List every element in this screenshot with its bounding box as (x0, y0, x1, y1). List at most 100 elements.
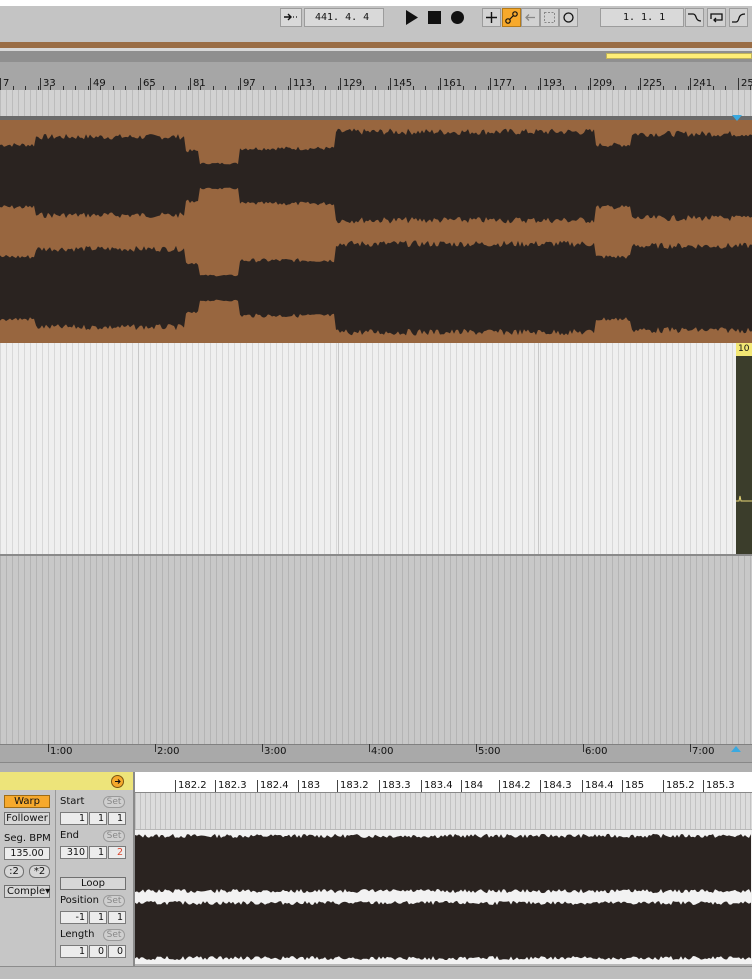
position-label: Position (60, 895, 99, 906)
time-tick (262, 744, 263, 752)
position-bar-field[interactable]: -1 (60, 911, 88, 924)
length-sixteenth-field[interactable]: 0 (108, 945, 126, 958)
ruler-label: 81 (193, 78, 206, 89)
record-icon (451, 11, 464, 24)
back-to-arrangement-button[interactable] (521, 8, 540, 27)
playhead-marker-icon (732, 115, 742, 121)
loop-switch-button[interactable] (707, 8, 726, 27)
ruler-label: 65 (143, 78, 156, 89)
sample-ruler-label: 183.3 (382, 780, 411, 791)
play-button[interactable] (402, 8, 421, 27)
time-label: 5:00 (478, 746, 501, 757)
ruler-label: 225 (643, 78, 663, 89)
start-bar-field[interactable]: 1 (60, 812, 88, 825)
length-bar-field[interactable]: 1 (60, 945, 88, 958)
warp-marker-lane[interactable] (135, 793, 752, 829)
warp-mode-button[interactable]: Follower (4, 812, 50, 825)
ruler-label: 193 (543, 78, 563, 89)
end-sixteenth-field[interactable]: 2 (108, 846, 126, 859)
audio-clip[interactable] (0, 118, 752, 344)
waveform (0, 128, 752, 336)
stop-button[interactable] (425, 8, 444, 27)
end-bar-field[interactable]: 310 (60, 846, 88, 859)
ruler-label: 177 (493, 78, 513, 89)
ruler-label: 113 (293, 78, 313, 89)
tempo-display[interactable]: 441. 4. 4 (304, 8, 384, 27)
position-sixteenth-field[interactable]: 1 (108, 911, 126, 924)
sample-ruler-label: 184.4 (585, 780, 614, 791)
position-display[interactable]: 1. 1. 1 (600, 8, 684, 27)
circle-icon (563, 12, 574, 23)
automation-arm-button[interactable] (502, 8, 521, 27)
ruler-label: 33 (43, 78, 56, 89)
ruler-label: 97 (243, 78, 256, 89)
time-label: 4:00 (371, 746, 394, 757)
status-bar (0, 966, 752, 979)
time-tick (369, 744, 370, 752)
stop-icon (428, 11, 441, 24)
sample-ruler-label: 184.2 (502, 780, 531, 791)
start-set-button[interactable]: Set (103, 796, 125, 808)
length-label: Length (60, 929, 95, 940)
tap-tempo-button[interactable] (280, 8, 302, 27)
ruler-label: 161 (443, 78, 463, 89)
seg-bpm-field[interactable]: 135.00 (4, 847, 50, 860)
automation-icon (505, 11, 518, 24)
follow-button[interactable] (685, 8, 704, 27)
session-record-button[interactable] (559, 8, 578, 27)
time-label: 6:00 (585, 746, 608, 757)
sample-ruler-label: 183 (301, 780, 321, 791)
end-set-button[interactable]: Set (103, 830, 125, 842)
warp-button[interactable]: Warp (4, 795, 50, 808)
sample-ruler-label: 183.2 (340, 780, 369, 791)
follow-icon (284, 13, 297, 21)
length-beat-field[interactable]: 0 (89, 945, 107, 958)
position-beat-field[interactable]: 1 (89, 911, 107, 924)
ruler-label: 145 (393, 78, 413, 89)
ruler-label: 209 (593, 78, 613, 89)
sample-ruler-label: 185.2 (666, 780, 695, 791)
mini-wave (736, 495, 752, 502)
capture-button[interactable] (540, 8, 559, 27)
arrow-left-icon (525, 14, 535, 21)
locators-lane[interactable] (0, 90, 752, 116)
clip-title-bar[interactable] (0, 772, 133, 790)
empty-track-lane[interactable] (0, 556, 752, 744)
time-tick (583, 744, 584, 752)
overdub-button[interactable] (482, 8, 501, 27)
sample-ruler-label: 184.3 (543, 780, 572, 791)
warp-algorithm-select[interactable]: Comple▾ (4, 885, 50, 898)
track-lane[interactable] (0, 343, 752, 554)
time-label: 7:00 (692, 746, 715, 757)
position-set-button[interactable]: Set (103, 895, 125, 907)
halve-tempo-button[interactable]: :2 (4, 865, 24, 878)
ruler-label: 129 (343, 78, 363, 89)
clip-label: 10 (736, 343, 752, 356)
arrangement-overview[interactable] (0, 42, 752, 62)
end-beat-field[interactable]: 1 (89, 846, 107, 859)
time-tick (690, 744, 691, 752)
sample-waveform (135, 833, 751, 961)
length-set-button[interactable]: Set (103, 929, 125, 941)
loop-button[interactable]: Loop (60, 877, 126, 890)
punch-button[interactable] (729, 8, 748, 27)
start-sixteenth-field[interactable]: 1 (108, 812, 126, 825)
time-label: 2:00 (157, 746, 180, 757)
end-label: End (60, 830, 80, 841)
double-tempo-button[interactable]: *2 (29, 865, 50, 878)
loop-bar[interactable] (606, 53, 752, 59)
time-tick (48, 744, 49, 752)
sample-ruler-label: 182.4 (260, 780, 289, 791)
sample-ruler-label: 185 (625, 780, 645, 791)
clip-activator-button[interactable] (111, 775, 124, 788)
time-label: 3:00 (264, 746, 287, 757)
sample-editor[interactable] (135, 830, 752, 964)
time-label: 1:00 (50, 746, 73, 757)
follow-curve-icon (688, 13, 702, 22)
start-beat-field[interactable]: 1 (89, 812, 107, 825)
power-icon (115, 779, 121, 784)
session-clip[interactable]: 10 (736, 343, 752, 554)
record-button[interactable] (448, 8, 467, 27)
ruler-label: 7 (3, 78, 10, 89)
punch-curve-icon (732, 13, 746, 23)
